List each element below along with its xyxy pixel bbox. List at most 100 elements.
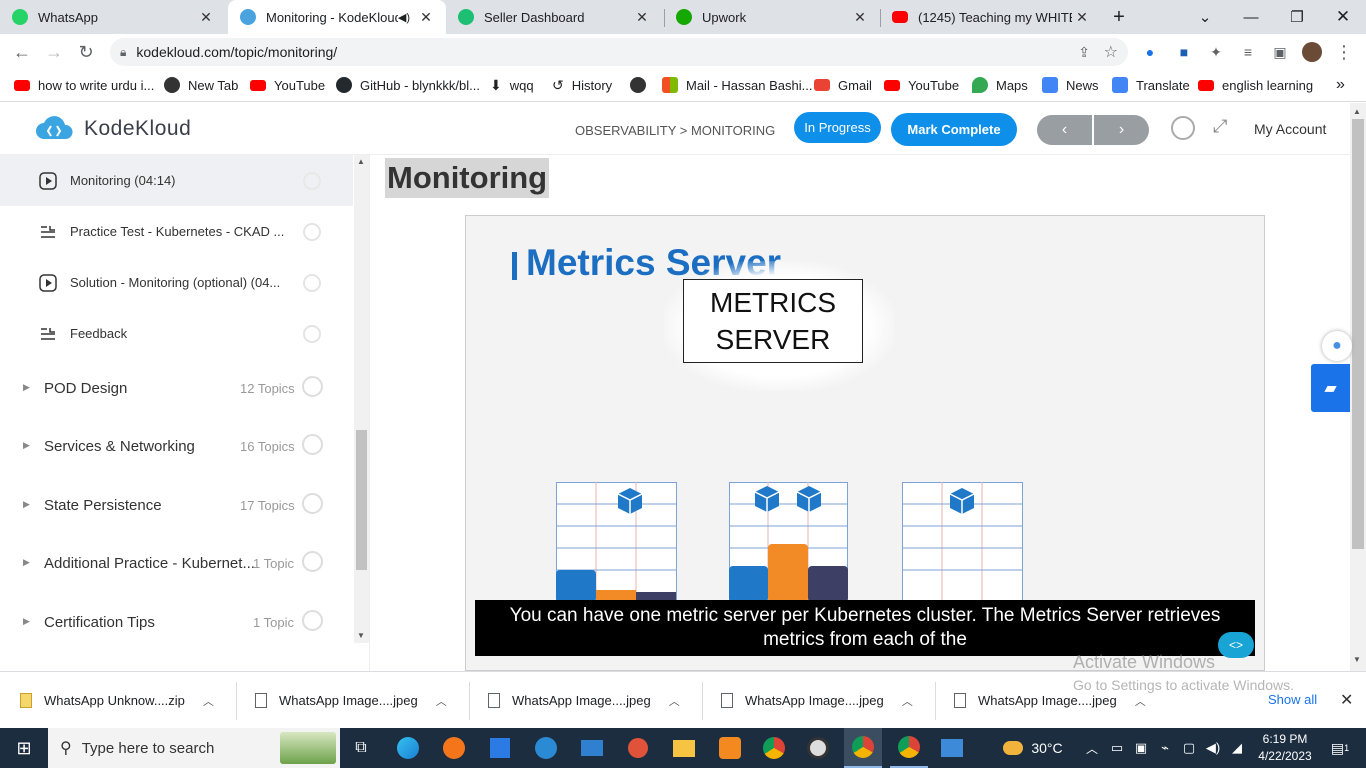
chrome-profile-icon[interactable] xyxy=(890,728,928,768)
restore-button[interactable]: ❐ xyxy=(1274,0,1320,34)
extensions-puzzle-icon[interactable]: ✦ xyxy=(1206,42,1226,62)
next-lesson-button[interactable]: › xyxy=(1094,115,1149,145)
address-bar[interactable]: 🔒︎ kodekloud.com/topic/monitoring/ ⇪ ☆ xyxy=(110,38,1128,66)
completion-circle[interactable] xyxy=(303,324,321,343)
volume-icon[interactable]: ◀) xyxy=(1204,728,1222,768)
close-icon[interactable]: ✕ xyxy=(1072,9,1092,26)
download-extension-icon[interactable]: ■ xyxy=(1174,42,1194,62)
video-player[interactable]: Metrics Server METRICS SERVER You can ha… xyxy=(465,215,1265,671)
display-icon[interactable]: ▢ xyxy=(1180,728,1198,768)
show-all-button[interactable]: Show all xyxy=(1268,692,1317,707)
wifi-icon[interactable]: ◢ xyxy=(1228,728,1246,768)
bookmark-item[interactable]: Translate xyxy=(1112,70,1190,100)
bookmark-item[interactable]: ⬇ wqq xyxy=(490,70,534,100)
download-item[interactable]: WhatsApp Image....jpeg ︿ xyxy=(255,672,447,729)
completion-circle[interactable] xyxy=(303,222,321,241)
chevron-up-icon[interactable]: ︿ xyxy=(669,693,680,709)
forward-icon[interactable]: → xyxy=(40,38,68,66)
tab-youtube[interactable]: (1245) Teaching my WHITE fr ✕ xyxy=(880,0,1102,34)
lesson-item-current[interactable]: Monitoring (04:14) xyxy=(0,155,353,206)
reload-icon[interactable]: ↻ xyxy=(72,38,100,66)
fullscreen-icon[interactable]: ⤢ xyxy=(1213,116,1227,137)
download-item[interactable]: WhatsApp Unknow....zip ︿ xyxy=(20,672,214,729)
section-state-persistence[interactable]: ▶ State Persistence 17 Topics xyxy=(0,477,353,535)
new-tab-button[interactable]: + xyxy=(1104,0,1134,34)
close-icon[interactable]: ✕ xyxy=(196,9,216,26)
chrome-icon[interactable] xyxy=(758,728,790,768)
bookmark-star-icon[interactable]: ☆ xyxy=(1104,42,1118,62)
chevron-up-icon[interactable]: ︿ xyxy=(1135,693,1146,709)
battery-icon[interactable]: ▭ xyxy=(1108,728,1126,768)
more-bookmarks-icon[interactable]: » xyxy=(1336,70,1345,100)
in-progress-button[interactable]: In Progress xyxy=(794,112,881,143)
lesson-item[interactable]: Practice Test - Kubernetes - CKAD ... xyxy=(0,206,353,257)
edge-icon[interactable] xyxy=(392,728,424,768)
section-pod-design[interactable]: ▶ POD Design 12 Topics xyxy=(0,360,353,418)
bookmark-item[interactable]: GitHub - blynkkk/bl... xyxy=(336,70,480,100)
kodekloud-logo-icon[interactable] xyxy=(34,115,74,143)
bookmark-item[interactable]: YouTube xyxy=(250,70,325,100)
usb-icon[interactable]: ⌁ xyxy=(1156,728,1174,768)
close-icon[interactable]: ✕ xyxy=(632,9,652,26)
profile-avatar[interactable] xyxy=(1302,42,1322,62)
taskbar-search-box[interactable]: ⚲ Type here to search xyxy=(48,728,340,768)
sidebar-scrollbar[interactable]: ▲ ▼ xyxy=(354,155,369,643)
windows-start-icon[interactable]: ⊞ xyxy=(0,728,48,768)
download-item[interactable]: WhatsApp Image....jpeg ︿ xyxy=(721,672,913,729)
chevron-up-icon[interactable]: ︿ xyxy=(203,693,214,709)
notification-center-icon[interactable]: ▤ 1 xyxy=(1320,728,1360,768)
speaker-icon[interactable]: ◀) xyxy=(398,11,410,24)
bookmark-item[interactable]: ↺ History xyxy=(552,70,612,100)
firefox-icon[interactable] xyxy=(438,728,470,768)
weather-icon[interactable] xyxy=(1000,728,1026,768)
tab-upwork[interactable]: Upwork ✕ xyxy=(664,0,880,34)
download-item[interactable]: WhatsApp Image....jpeg ︿ xyxy=(488,672,680,729)
previous-lesson-button[interactable]: ‹ xyxy=(1037,115,1092,145)
microphone-icon[interactable]: ● xyxy=(1322,331,1352,361)
chat-widget-button[interactable]: ▰ xyxy=(1311,364,1350,412)
site-logo-text[interactable]: KodeKloud xyxy=(84,117,191,141)
app-icon[interactable] xyxy=(622,728,654,768)
voice-extension-icon[interactable]: ● xyxy=(1140,42,1160,62)
weather-temperature[interactable]: 30°C xyxy=(1030,728,1064,768)
scrollbar-thumb[interactable] xyxy=(1352,119,1364,549)
minimize-button[interactable]: — xyxy=(1228,0,1274,34)
bookmark-item[interactable]: Mail - Hassan Bashi... xyxy=(662,70,812,100)
skype-icon[interactable] xyxy=(530,728,562,768)
bookmark-item[interactable]: english learning xyxy=(1198,70,1313,100)
store-icon[interactable] xyxy=(484,728,516,768)
share-icon[interactable]: ⇪ xyxy=(1078,44,1090,61)
network-icon[interactable]: ▣ xyxy=(1132,728,1150,768)
bookmark-item[interactable]: how to write urdu i... xyxy=(14,70,154,100)
bookmark-item[interactable]: Maps xyxy=(972,70,1028,100)
scrollbar-thumb[interactable] xyxy=(356,430,367,570)
photos-icon[interactable] xyxy=(936,728,968,768)
dark-mode-icon[interactable] xyxy=(1171,116,1195,140)
close-icon[interactable]: ✕ xyxy=(416,9,436,26)
close-icon[interactable]: ✕ xyxy=(850,9,870,26)
clock[interactable]: 6:19 PM 4/22/2023 xyxy=(1256,731,1314,765)
bookmark-item[interactable] xyxy=(630,70,654,100)
download-item[interactable]: WhatsApp Image....jpeg ︿ xyxy=(954,672,1146,729)
tray-chevron-icon[interactable]: ︿ xyxy=(1084,728,1100,768)
completion-circle[interactable] xyxy=(303,171,321,190)
bookmark-item[interactable]: New Tab xyxy=(164,70,238,100)
mail-icon[interactable] xyxy=(576,728,608,768)
side-panel-icon[interactable]: ▣ xyxy=(1270,42,1290,62)
completion-circle[interactable] xyxy=(303,273,321,292)
tab-whatsapp[interactable]: WhatsApp ✕ xyxy=(0,0,226,34)
close-window-button[interactable]: ✕ xyxy=(1320,0,1366,34)
tab-search-icon[interactable]: ⌄ xyxy=(1182,0,1228,34)
mark-complete-button[interactable]: Mark Complete xyxy=(891,113,1017,146)
chrome-active-icon[interactable] xyxy=(844,728,882,768)
lesson-item[interactable]: Feedback xyxy=(0,308,353,359)
bookmark-item[interactable]: Gmail xyxy=(814,70,872,100)
page-scrollbar[interactable]: ▲ ▼ xyxy=(1350,103,1366,671)
reading-list-icon[interactable]: ≡ xyxy=(1238,42,1258,62)
task-view-icon[interactable]: ⧉ xyxy=(346,728,376,768)
bookmark-item[interactable]: YouTube xyxy=(884,70,959,100)
tab-kodekloud[interactable]: Monitoring - KodeKloud ◀) ✕ xyxy=(228,0,446,34)
back-icon[interactable]: ← xyxy=(8,38,36,66)
menu-kebab-icon[interactable]: ⋮ xyxy=(1334,42,1354,62)
bookmark-item[interactable]: News xyxy=(1042,70,1099,100)
